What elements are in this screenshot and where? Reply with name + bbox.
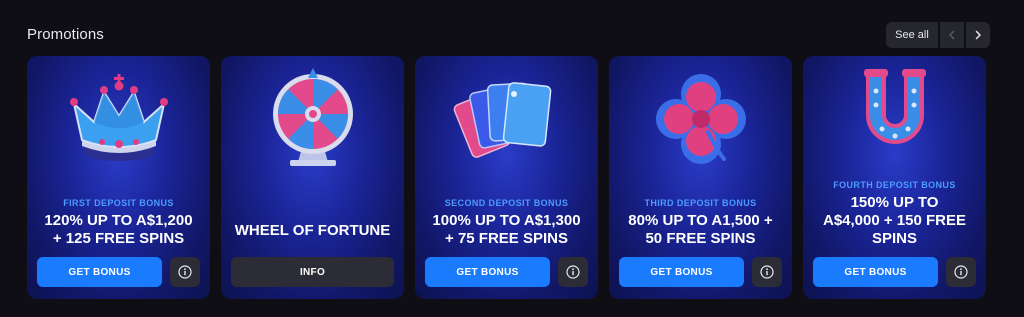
promo-offer-line-2: + 125 FREE SPINS bbox=[52, 230, 185, 247]
promo-card-second-deposit: SECOND DEPOSIT BONUS 100% UP TO A$1,300 … bbox=[415, 56, 598, 299]
see-all-button[interactable]: See all bbox=[886, 22, 938, 48]
promo-text: THIRD DEPOSIT BONUS 80% UP TO A1,500 + 5… bbox=[617, 184, 784, 248]
clover-icon bbox=[609, 60, 792, 178]
get-bonus-button[interactable]: GET BONUS bbox=[37, 257, 162, 287]
next-button[interactable] bbox=[966, 22, 990, 48]
chevron-left-icon bbox=[949, 30, 955, 40]
chevron-right-icon bbox=[975, 30, 981, 40]
promo-offer-line-1: 80% UP TO A1,500 + bbox=[628, 212, 773, 229]
carousel-controls: See all bbox=[886, 22, 990, 48]
promo-actions: GET BONUS bbox=[813, 257, 976, 287]
promo-offer-line-1: WHEEL OF FORTUNE bbox=[234, 222, 391, 239]
promotions-header: Promotions See all bbox=[0, 0, 1024, 56]
get-bonus-button[interactable]: GET BONUS bbox=[813, 257, 938, 287]
info-button[interactable] bbox=[752, 257, 782, 287]
promo-offer-line-3: SPINS bbox=[871, 230, 917, 247]
promo-offer-line-1: 150% UP TO bbox=[850, 194, 939, 211]
promo-offer-line-2: A$4,000 + 150 FREE bbox=[822, 212, 966, 229]
horseshoe-icon bbox=[803, 56, 986, 168]
info-button[interactable] bbox=[946, 257, 976, 287]
section-title: Promotions bbox=[27, 26, 104, 43]
promo-offer-line-2: 50 FREE SPINS bbox=[645, 230, 756, 247]
playing-cards-icon bbox=[415, 60, 598, 178]
promo-subtitle: SECOND DEPOSIT BONUS bbox=[444, 198, 569, 208]
promo-offer-line-2: + 75 FREE SPINS bbox=[445, 230, 568, 247]
promo-card-wheel-of-fortune: WHEEL OF FORTUNE INFO bbox=[221, 56, 404, 299]
info-button[interactable] bbox=[170, 257, 200, 287]
get-bonus-button[interactable]: GET BONUS bbox=[425, 257, 550, 287]
promo-actions: GET BONUS bbox=[37, 257, 200, 287]
promo-text: SECOND DEPOSIT BONUS 100% UP TO A$1,300 … bbox=[423, 184, 590, 248]
promo-card-fourth-deposit: FOURTH DEPOSIT BONUS 150% UP TO A$4,000 … bbox=[803, 56, 986, 299]
promo-offer-line-1: 120% UP TO A$1,200 bbox=[44, 212, 193, 229]
promo-text: FOURTH DEPOSIT BONUS 150% UP TO A$4,000 … bbox=[811, 174, 978, 248]
previous-button[interactable] bbox=[940, 22, 964, 48]
promo-actions: GET BONUS bbox=[425, 257, 588, 287]
promo-card-first-deposit: FIRST DEPOSIT BONUS 120% UP TO A$1,200 +… bbox=[27, 56, 210, 299]
info-icon bbox=[760, 265, 774, 279]
crown-icon bbox=[27, 60, 210, 178]
promo-subtitle: FIRST DEPOSIT BONUS bbox=[63, 198, 174, 208]
promo-actions: INFO bbox=[231, 257, 394, 287]
promo-offer-line-1: 100% UP TO A$1,300 bbox=[432, 212, 581, 229]
wheel-of-fortune-icon bbox=[221, 60, 404, 178]
info-icon bbox=[954, 265, 968, 279]
get-bonus-button[interactable]: GET BONUS bbox=[619, 257, 744, 287]
promo-subtitle: FOURTH DEPOSIT BONUS bbox=[833, 180, 956, 190]
info-button[interactable]: INFO bbox=[231, 257, 394, 287]
promo-subtitle: THIRD DEPOSIT BONUS bbox=[644, 198, 757, 208]
promo-text: FIRST DEPOSIT BONUS 120% UP TO A$1,200 +… bbox=[35, 184, 202, 248]
promo-card-third-deposit: THIRD DEPOSIT BONUS 80% UP TO A1,500 + 5… bbox=[609, 56, 792, 299]
info-icon bbox=[178, 265, 192, 279]
promo-text: WHEEL OF FORTUNE bbox=[229, 184, 396, 248]
info-button[interactable] bbox=[558, 257, 588, 287]
promotion-cards: FIRST DEPOSIT BONUS 120% UP TO A$1,200 +… bbox=[27, 56, 986, 299]
info-icon bbox=[566, 265, 580, 279]
promo-actions: GET BONUS bbox=[619, 257, 782, 287]
